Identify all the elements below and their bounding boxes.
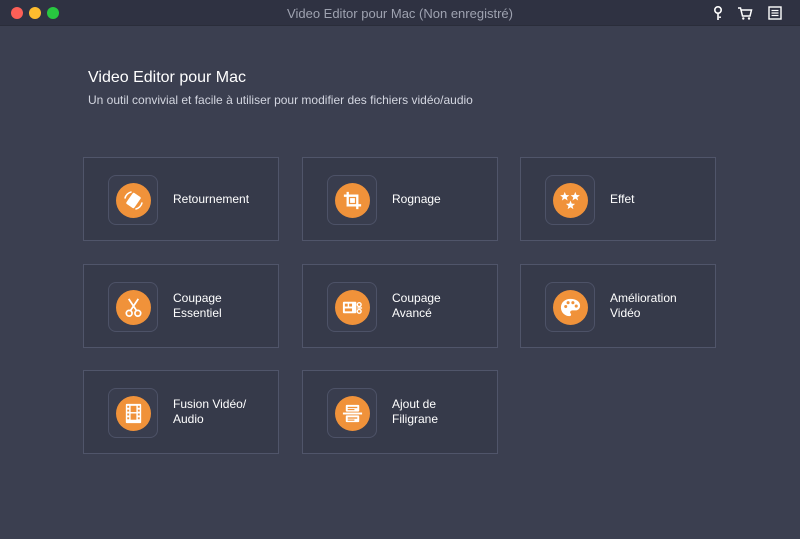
- page-title: Video Editor pour Mac: [88, 69, 247, 86]
- tool-label: Coupage Essentiel: [173, 291, 222, 320]
- tool-label: Ajout de Filigrane: [392, 397, 439, 426]
- tool-icon-box: [108, 282, 158, 332]
- tool-icon-box: [108, 388, 158, 438]
- advanced-cut-icon: [342, 301, 363, 314]
- film-merge-icon: [125, 403, 142, 424]
- tool-icon-box: [327, 175, 377, 225]
- tool-label: Amélioration Vidéo: [610, 291, 677, 320]
- rotate-icon: [124, 191, 143, 210]
- tool-icon-box: [327, 282, 377, 332]
- tool-card-coupage-avance[interactable]: Coupage Avancé: [302, 264, 498, 348]
- tool-card-effet[interactable]: Effet: [520, 157, 716, 241]
- tool-icon-box: [545, 282, 595, 332]
- scissors-icon: [125, 298, 142, 317]
- tool-card-fusion-video-audio[interactable]: Fusion Vidéo/ Audio: [83, 370, 279, 454]
- stars-icon: [560, 191, 580, 210]
- tool-label: Effet: [610, 191, 635, 206]
- tool-label: Fusion Vidéo/ Audio: [173, 397, 247, 426]
- tool-card-amelioration-video[interactable]: Amélioration Vidéo: [520, 264, 716, 348]
- watermark-icon: [342, 404, 363, 423]
- palette-icon: [560, 298, 581, 317]
- tool-label: Rognage: [392, 191, 441, 206]
- tool-icon-box: [327, 388, 377, 438]
- key-icon[interactable]: [710, 5, 726, 21]
- cart-icon[interactable]: [737, 5, 753, 21]
- window-title: Video Editor pour Mac (Non enregistré): [287, 6, 513, 21]
- crop-icon: [343, 191, 362, 210]
- page-subtitle: Un outil convivial et facile à utiliser …: [88, 93, 473, 107]
- menu-icon[interactable]: [767, 5, 783, 21]
- tool-icon-box: [545, 175, 595, 225]
- tool-card-retournement[interactable]: Retournement: [83, 157, 279, 241]
- tool-card-coupage-essentiel[interactable]: Coupage Essentiel: [83, 264, 279, 348]
- tool-card-ajout-de-filigrane[interactable]: Ajout de Filigrane: [302, 370, 498, 454]
- tool-label: Retournement: [173, 191, 250, 206]
- title-bar: Video Editor pour Mac (Non enregistré): [0, 0, 800, 26]
- tool-icon-box: [108, 175, 158, 225]
- tool-card-rognage[interactable]: Rognage: [302, 157, 498, 241]
- tool-label: Coupage Avancé: [392, 291, 441, 320]
